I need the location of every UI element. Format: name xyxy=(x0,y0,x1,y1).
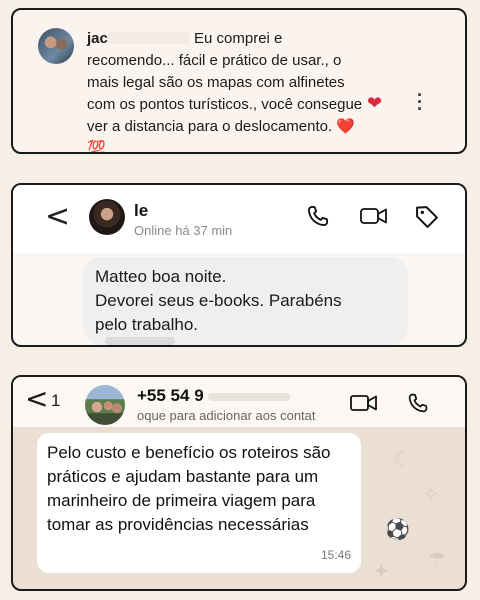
back-arrow-icon[interactable]: < xyxy=(45,199,70,234)
phone-icon[interactable] xyxy=(406,391,430,415)
back-arrow-icon[interactable]: < xyxy=(25,382,48,415)
video-call-icon[interactable] xyxy=(349,391,379,415)
redacted-name xyxy=(107,32,190,44)
comment-card: jac Eu comprei e recomendo... fácil e pr… xyxy=(11,8,467,154)
chat-card-whatsapp: ☾ ✧ ⚽ ☂ ✦ < 1 +55 54 9 oque para adicion… xyxy=(11,375,467,591)
add-contact-hint[interactable]: oque para adicionar aos contat xyxy=(137,408,316,423)
unread-count: 1 xyxy=(51,391,61,410)
comment-text: jac Eu comprei e recomendo... fácil e pr… xyxy=(87,28,365,154)
chat-header: < 1 +55 54 9 oque para adicionar aos con… xyxy=(13,377,465,427)
redacted-text xyxy=(105,337,175,345)
chat-card-direct: < le Online há 37 min Matteo boa noite. … xyxy=(11,183,467,347)
contact-phone: +55 54 9 xyxy=(137,386,290,406)
background-doodle: ✧ xyxy=(423,484,440,506)
online-status: Online há 37 min xyxy=(134,223,233,238)
message-text: Pelo custo e benefício os roteiros são p… xyxy=(47,443,331,534)
chat-header: < le Online há 37 min xyxy=(13,185,465,253)
heart-icon[interactable]: ❤ xyxy=(367,93,382,114)
redacted-text xyxy=(207,392,290,401)
more-vertical-icon[interactable]: · · · xyxy=(415,86,425,118)
commenter-name[interactable]: jac xyxy=(87,30,108,47)
background-doodle: ⚽ xyxy=(385,519,410,541)
background-doodle: ✦ xyxy=(373,561,390,583)
contact-avatar[interactable] xyxy=(85,385,125,425)
phone-number[interactable]: +55 54 9 xyxy=(137,386,204,405)
contact-name[interactable]: le xyxy=(134,201,148,221)
comment-first-line: Eu comprei e xyxy=(189,30,283,47)
commenter-avatar[interactable] xyxy=(38,28,74,64)
message-line: Matteo boa noite. xyxy=(95,267,227,286)
tag-icon[interactable] xyxy=(413,203,441,231)
message-line: Devorei seus e-books. Parabéns xyxy=(95,291,342,310)
video-call-icon[interactable] xyxy=(359,203,389,229)
background-doodle: ☂ xyxy=(428,549,446,571)
message-time: 15:46 xyxy=(320,548,351,562)
received-message-bubble[interactable]: Matteo boa noite. Devorei seus e-books. … xyxy=(83,257,408,345)
contact-avatar[interactable] xyxy=(89,199,125,235)
message-line: pelo trabalho. xyxy=(95,315,199,334)
comment-body: recomendo... fácil e prático de usar., o… xyxy=(87,52,363,154)
received-message-bubble[interactable]: Pelo custo e benefício os roteiros são p… xyxy=(37,433,361,573)
phone-icon[interactable] xyxy=(305,203,331,229)
background-doodle: ☾ xyxy=(393,449,411,471)
